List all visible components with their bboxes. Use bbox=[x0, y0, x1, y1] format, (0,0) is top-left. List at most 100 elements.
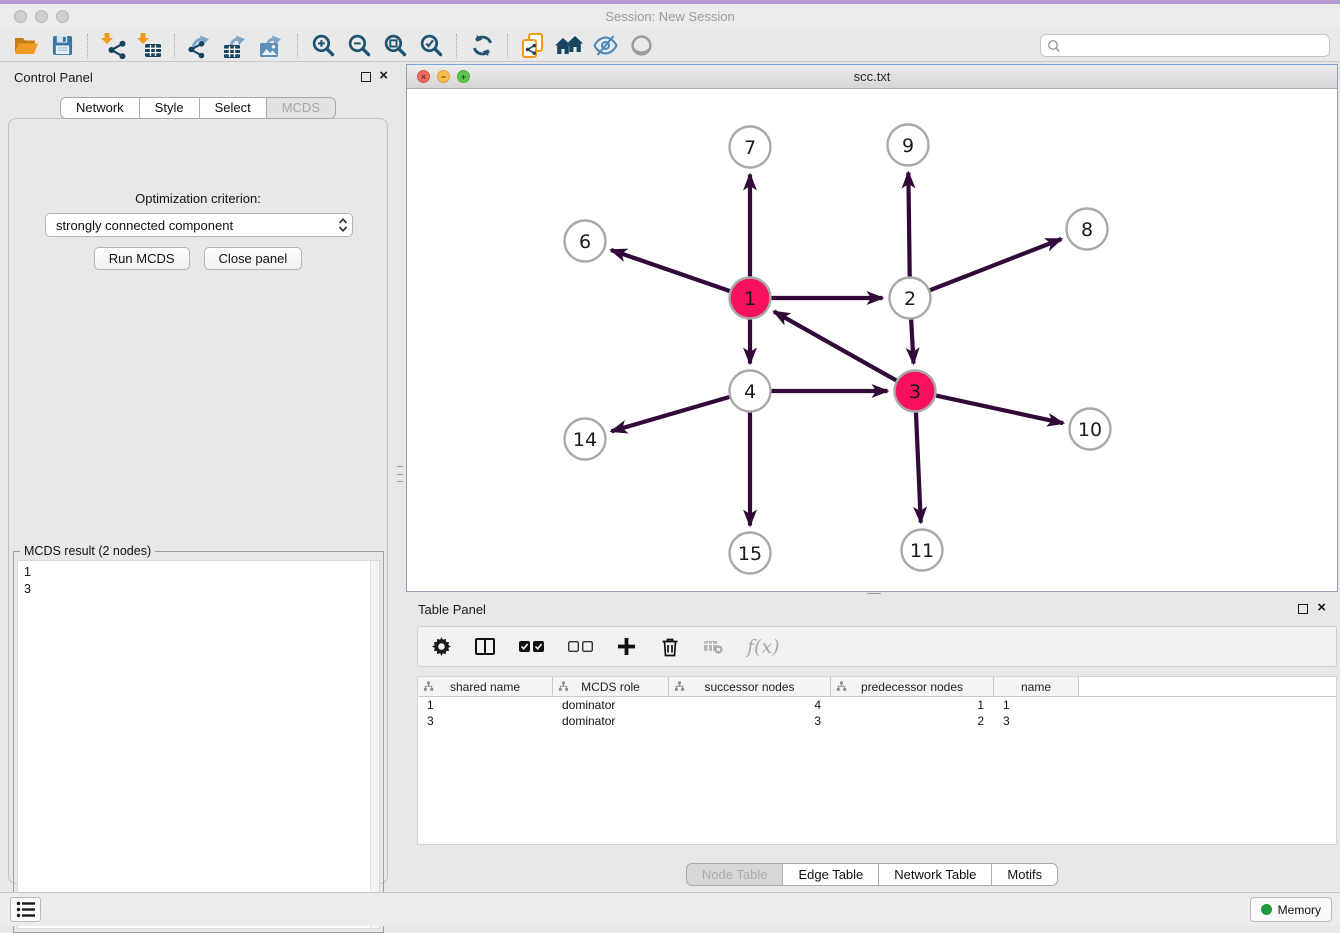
delete-table-button[interactable] bbox=[704, 634, 723, 660]
import-table-button[interactable] bbox=[131, 32, 167, 60]
show-columns-button[interactable] bbox=[475, 634, 495, 660]
memory-button[interactable]: Memory bbox=[1250, 897, 1332, 922]
graph-node-2[interactable]: 2 bbox=[890, 278, 931, 319]
column-header-predecessor-nodes[interactable]: predecessor nodes bbox=[831, 677, 994, 696]
home-icon bbox=[555, 34, 583, 58]
graph-node-6[interactable]: 6 bbox=[565, 221, 606, 262]
column-header-successor-nodes[interactable]: successor nodes bbox=[669, 677, 831, 696]
graph-node-8[interactable]: 8 bbox=[1067, 209, 1108, 250]
graph-edge-3-1[interactable] bbox=[774, 312, 896, 381]
deselect-all-rows-button[interactable] bbox=[568, 634, 593, 660]
graph-node-label: 4 bbox=[744, 381, 756, 403]
home-layout-button[interactable] bbox=[551, 32, 587, 60]
graph-node-label: 7 bbox=[744, 137, 756, 159]
save-session-button[interactable] bbox=[44, 32, 80, 60]
graph-edge-2-8[interactable] bbox=[930, 239, 1061, 290]
mcds-result-list[interactable]: 1 3 bbox=[17, 560, 380, 929]
tab-edge-table[interactable]: Edge Table bbox=[783, 863, 879, 886]
table-cell: 4 bbox=[669, 698, 831, 712]
run-mcds-button[interactable]: Run MCDS bbox=[94, 247, 190, 270]
column-header-shared-name[interactable]: shared name bbox=[418, 677, 553, 696]
column-header-mcds-role[interactable]: MCDS role bbox=[553, 677, 669, 696]
graph-node-label: 1 bbox=[744, 288, 756, 310]
mcds-result-node: 1 bbox=[24, 564, 31, 581]
zoom-out-button[interactable] bbox=[341, 32, 377, 60]
duplicate-network-button[interactable] bbox=[515, 32, 551, 60]
graph-node-7[interactable]: 7 bbox=[730, 127, 771, 168]
zoom-out-icon bbox=[347, 33, 372, 58]
table-toolbar: f(x) bbox=[417, 626, 1337, 667]
scrollbar[interactable] bbox=[370, 561, 379, 928]
optimization-criterion-select[interactable]: strongly connected component bbox=[45, 213, 353, 237]
table-cell: 1 bbox=[994, 698, 1079, 712]
control-panel-tabs: Network Style Select MCDS bbox=[0, 97, 396, 119]
mcds-result-node: 3 bbox=[24, 581, 31, 598]
plus-icon bbox=[617, 637, 636, 656]
tab-mcds[interactable]: MCDS bbox=[267, 97, 336, 119]
close-panel-button[interactable]: Close panel bbox=[204, 247, 303, 270]
tab-select[interactable]: Select bbox=[200, 97, 267, 119]
column-header-name[interactable]: name bbox=[994, 677, 1079, 696]
delete-table-icon bbox=[704, 639, 723, 654]
close-table-panel-icon[interactable]: × bbox=[1317, 599, 1326, 617]
zoom-selected-button[interactable] bbox=[413, 32, 449, 60]
delete-column-button[interactable] bbox=[660, 634, 680, 660]
graph-node-1[interactable]: 1 bbox=[730, 278, 771, 319]
graph-node-15[interactable]: 15 bbox=[730, 533, 771, 574]
network-canvas[interactable]: 1 2 3 4 6 7 8 9 10 11 14 15 bbox=[407, 89, 1337, 591]
tab-node-table[interactable]: Node Table bbox=[686, 863, 784, 886]
graph-node-9[interactable]: 9 bbox=[888, 125, 929, 166]
table-body: 1dominator4113dominator323 bbox=[418, 697, 1336, 729]
export-network-button[interactable] bbox=[182, 32, 218, 60]
export-image-button[interactable] bbox=[254, 32, 290, 60]
network-window-titlebar[interactable]: × − + scc.txt bbox=[407, 65, 1337, 89]
graph-node-10[interactable]: 10 bbox=[1070, 409, 1111, 450]
zoom-in-button[interactable] bbox=[305, 32, 341, 60]
memory-status-dot bbox=[1261, 904, 1272, 915]
column-label: predecessor nodes bbox=[861, 680, 963, 694]
network-graph: 1 2 3 4 6 7 8 9 10 11 14 15 bbox=[407, 89, 1337, 591]
graph-edge-2-9[interactable] bbox=[908, 172, 909, 276]
open-session-button[interactable] bbox=[8, 32, 44, 60]
search-input[interactable] bbox=[1061, 39, 1323, 53]
tab-motifs[interactable]: Motifs bbox=[992, 863, 1058, 886]
add-column-button[interactable] bbox=[617, 634, 636, 660]
graph-node-label: 6 bbox=[579, 231, 591, 253]
graph-edge-2-3[interactable] bbox=[911, 319, 913, 363]
table-row[interactable]: 1dominator411 bbox=[418, 697, 1336, 713]
close-panel-icon[interactable]: × bbox=[379, 67, 388, 85]
apply-function-button[interactable]: f(x) bbox=[747, 634, 780, 660]
toolbar-separator bbox=[507, 34, 508, 58]
table-options-button[interactable] bbox=[432, 634, 451, 660]
graph-node-11[interactable]: 11 bbox=[902, 530, 943, 571]
hide-panels-button[interactable] bbox=[587, 32, 623, 60]
graph-edge-3-11[interactable] bbox=[916, 412, 921, 522]
search-field[interactable] bbox=[1040, 34, 1330, 57]
graph-node-4[interactable]: 4 bbox=[730, 371, 771, 412]
export-table-button[interactable] bbox=[218, 32, 254, 60]
task-history-button[interactable] bbox=[10, 897, 41, 922]
select-all-rows-button[interactable] bbox=[519, 634, 544, 660]
splitter-grip[interactable] bbox=[397, 466, 403, 482]
graph-node-3[interactable]: 3 bbox=[895, 371, 936, 412]
graph-node-14[interactable]: 14 bbox=[565, 419, 606, 460]
graph-edge-1-6[interactable] bbox=[611, 250, 730, 291]
float-panel-icon[interactable] bbox=[361, 72, 371, 82]
tab-network[interactable]: Network bbox=[60, 97, 140, 119]
tab-style[interactable]: Style bbox=[140, 97, 200, 119]
graph-edge-3-10[interactable] bbox=[936, 396, 1063, 424]
mcds-result-title: MCDS result (2 nodes) bbox=[20, 544, 155, 558]
float-table-panel-icon[interactable] bbox=[1298, 604, 1308, 614]
tab-network-table[interactable]: Network Table bbox=[879, 863, 992, 886]
mcds-result-group: MCDS result (2 nodes) 1 3 bbox=[13, 551, 384, 933]
import-network-button[interactable] bbox=[95, 32, 131, 60]
zoom-fit-button[interactable] bbox=[377, 32, 413, 60]
show-panels-button[interactable] bbox=[623, 32, 659, 60]
refresh-view-button[interactable] bbox=[464, 32, 500, 60]
graph-node-label: 2 bbox=[904, 288, 916, 310]
table-header-row: shared name MCDS role successor nodes pr… bbox=[418, 677, 1336, 697]
table-row[interactable]: 3dominator323 bbox=[418, 713, 1336, 729]
graph-edge-4-14[interactable] bbox=[611, 397, 729, 431]
column-label: MCDS role bbox=[581, 680, 640, 694]
vertical-splitter[interactable] bbox=[396, 62, 404, 892]
